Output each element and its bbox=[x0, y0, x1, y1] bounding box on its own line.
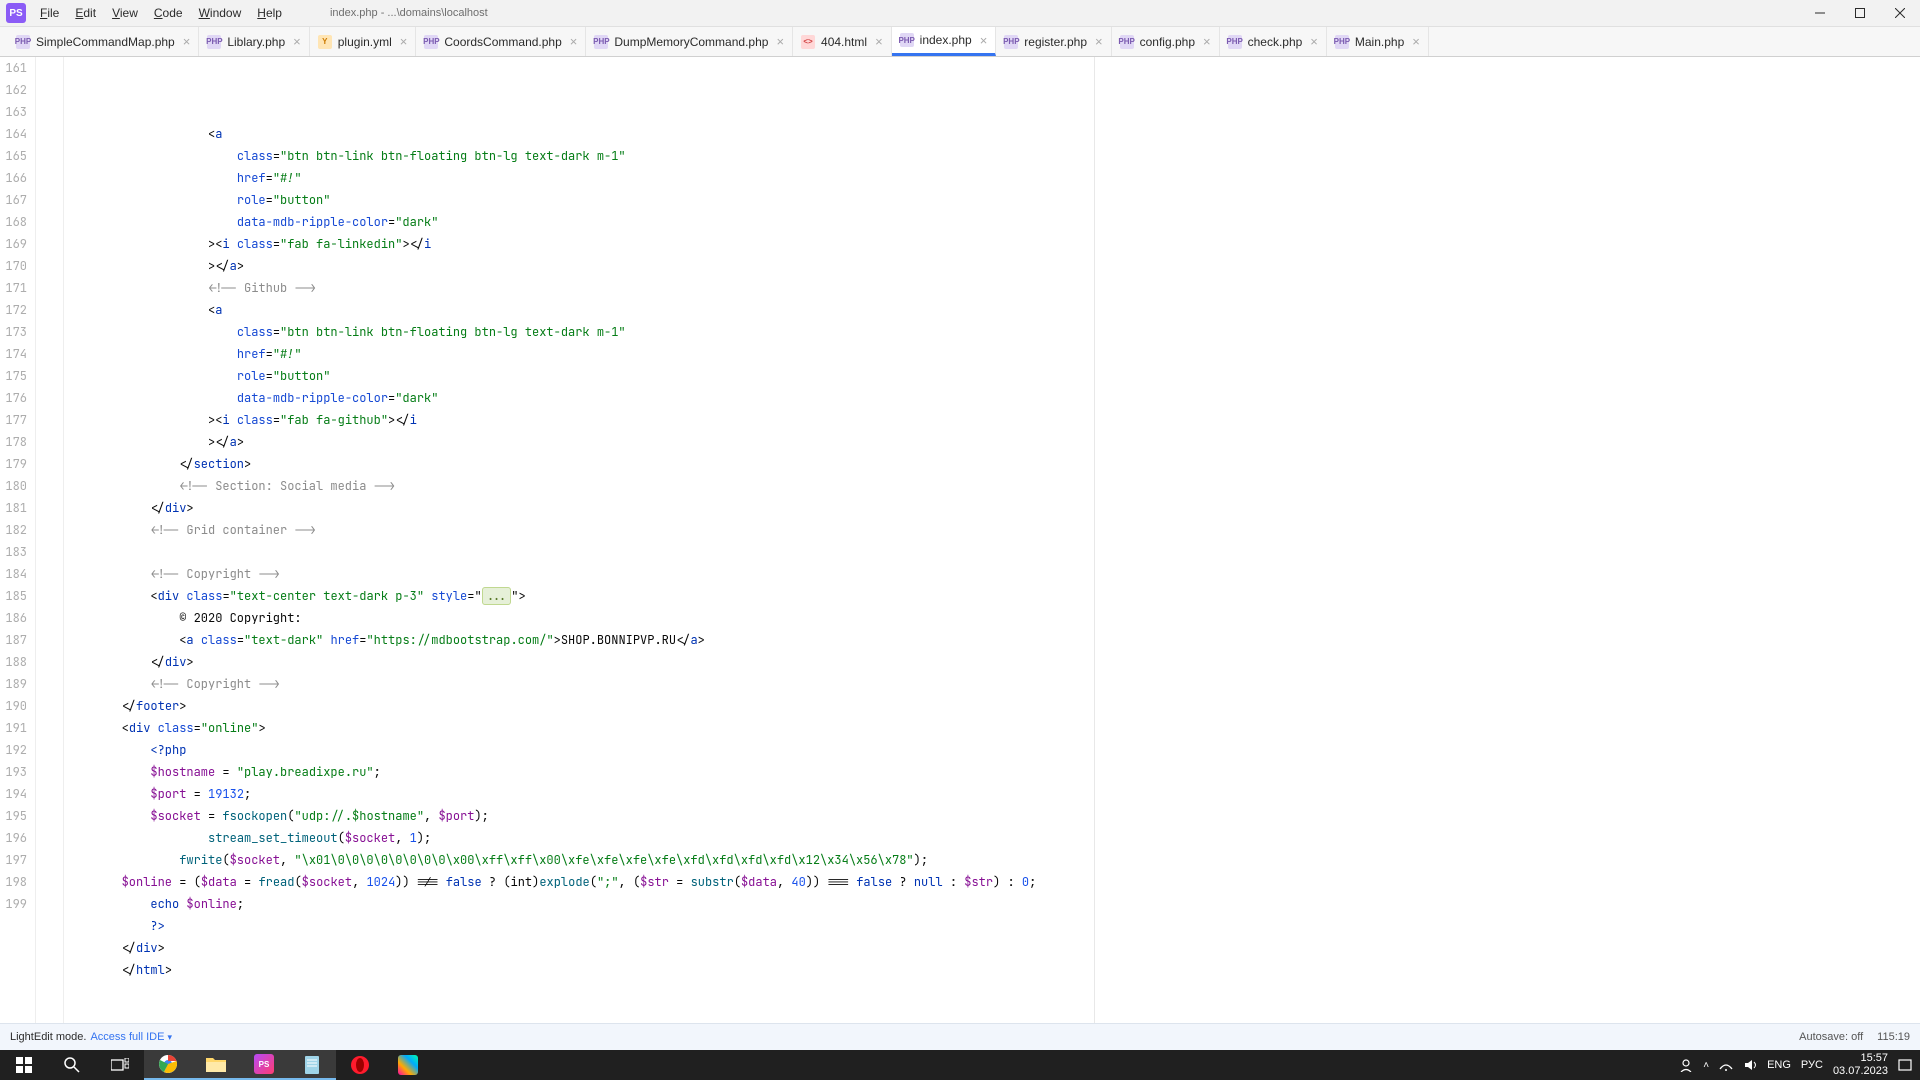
phpstorm-button[interactable]: PS bbox=[240, 1050, 288, 1080]
fold-column bbox=[36, 57, 64, 1023]
close-icon[interactable]: × bbox=[776, 34, 784, 49]
cursor-position: 115:19 bbox=[1877, 1031, 1910, 1043]
status-mode: LightEdit mode. bbox=[10, 1031, 86, 1043]
menu-bar: File Edit View Code Window Help bbox=[32, 2, 290, 24]
window-title: index.php - ...\domains\localhost bbox=[330, 7, 488, 19]
tab-label: 404.html bbox=[821, 35, 867, 49]
minimize-button[interactable] bbox=[1800, 0, 1840, 27]
maximize-button[interactable] bbox=[1840, 0, 1880, 27]
tab-label: config.php bbox=[1140, 35, 1195, 49]
search-button[interactable] bbox=[48, 1050, 96, 1080]
app-button[interactable] bbox=[384, 1050, 432, 1080]
tab-plugin-yml[interactable]: Yplugin.yml × bbox=[310, 27, 417, 56]
php-file-icon: PHP bbox=[1004, 35, 1018, 49]
gutter: 161 162 163 164 165 166 167 168 169 170 … bbox=[0, 57, 36, 1023]
taskbar: PS ˄ ENG РУС 15:57 03.07.2023 bbox=[0, 1050, 1920, 1080]
close-icon[interactable]: × bbox=[1310, 34, 1318, 49]
app-icon: PS bbox=[6, 3, 26, 23]
tab-label: CoordsCommand.php bbox=[444, 35, 561, 49]
tab-label: index.php bbox=[920, 33, 972, 47]
tab-label: DumpMemoryCommand.php bbox=[614, 35, 768, 49]
tray-chevron-icon[interactable]: ˄ bbox=[1703, 1060, 1709, 1071]
tab-register-php[interactable]: PHP register.php × bbox=[996, 27, 1111, 56]
tab-label: register.php bbox=[1024, 35, 1087, 49]
tab-label: Liblary.php bbox=[227, 35, 285, 49]
tab-index-php[interactable]: PHP index.php × bbox=[892, 27, 997, 56]
php-file-icon: PHP bbox=[1335, 35, 1349, 49]
opera-button[interactable] bbox=[336, 1050, 384, 1080]
tab-404-html[interactable]: <> 404.html × bbox=[793, 27, 892, 56]
access-full-ide-link[interactable]: Access full IDE ▾ bbox=[90, 1031, 172, 1043]
tab-coordscommand-php[interactable]: PHP CoordsCommand.php × bbox=[416, 27, 586, 56]
window-controls bbox=[1800, 0, 1920, 27]
menu-file[interactable]: File bbox=[32, 2, 67, 24]
lang-rus[interactable]: РУС bbox=[1801, 1059, 1823, 1071]
folder-icon bbox=[206, 1056, 226, 1072]
opera-icon bbox=[350, 1055, 370, 1075]
close-icon[interactable]: × bbox=[400, 34, 408, 49]
network-icon[interactable] bbox=[1719, 1058, 1733, 1072]
right-margin bbox=[1094, 57, 1095, 1023]
status-bar: LightEdit mode. Access full IDE ▾ Autosa… bbox=[0, 1023, 1920, 1050]
system-tray: ˄ ENG РУС 15:57 03.07.2023 bbox=[1679, 1052, 1920, 1078]
taskview-button[interactable] bbox=[96, 1050, 144, 1080]
chrome-icon bbox=[158, 1054, 178, 1074]
lang-eng[interactable]: ENG bbox=[1767, 1059, 1791, 1071]
close-icon[interactable]: × bbox=[570, 34, 578, 49]
php-file-icon: PHP bbox=[207, 35, 221, 49]
search-icon bbox=[64, 1057, 80, 1073]
php-file-icon: PHP bbox=[16, 35, 30, 49]
notepad-icon bbox=[303, 1054, 321, 1074]
tab-dumpmemorycommand-php[interactable]: PHP DumpMemoryCommand.php × bbox=[586, 27, 793, 56]
volume-icon[interactable] bbox=[1743, 1058, 1757, 1072]
app-icon-colorful bbox=[398, 1055, 418, 1075]
menu-window[interactable]: Window bbox=[191, 2, 250, 24]
autosave-status: Autosave: off bbox=[1799, 1031, 1863, 1043]
close-icon[interactable]: × bbox=[1412, 34, 1420, 49]
tab-bar: PHPSimpleCommandMap.php×PHPLiblary.php×Y… bbox=[0, 27, 1920, 57]
title-bar: PS File Edit View Code Window Help index… bbox=[0, 0, 1920, 27]
php-file-icon: PHP bbox=[1120, 35, 1134, 49]
tab-label: SimpleCommandMap.php bbox=[36, 35, 175, 49]
php-file-icon: PHP bbox=[594, 35, 608, 49]
close-icon[interactable]: × bbox=[293, 34, 301, 49]
yml-file-icon: Y bbox=[318, 35, 332, 49]
close-icon[interactable]: × bbox=[1203, 34, 1211, 49]
tab-check-php[interactable]: PHP check.php × bbox=[1220, 27, 1327, 56]
close-button[interactable] bbox=[1880, 0, 1920, 27]
php-file-icon: PHP bbox=[1228, 35, 1242, 49]
tab-label: Main.php bbox=[1355, 35, 1404, 49]
php-file-icon: PHP bbox=[900, 33, 914, 47]
clock[interactable]: 15:57 03.07.2023 bbox=[1833, 1052, 1888, 1078]
html-file-icon: <> bbox=[801, 35, 815, 49]
tab-label: plugin.yml bbox=[338, 35, 392, 49]
windows-icon bbox=[16, 1057, 32, 1073]
explorer-button[interactable] bbox=[192, 1050, 240, 1080]
menu-code[interactable]: Code bbox=[146, 2, 191, 24]
notepad-button[interactable] bbox=[288, 1050, 336, 1080]
close-icon[interactable]: × bbox=[1095, 34, 1103, 49]
start-button[interactable] bbox=[0, 1050, 48, 1080]
tab-label: check.php bbox=[1248, 35, 1303, 49]
code-content[interactable]: <a class="btn btn-link btn-floating btn-… bbox=[64, 57, 1920, 1023]
taskview-icon bbox=[111, 1058, 129, 1072]
people-icon[interactable] bbox=[1679, 1058, 1693, 1072]
menu-edit[interactable]: Edit bbox=[67, 2, 104, 24]
phpstorm-icon: PS bbox=[254, 1054, 274, 1074]
close-icon[interactable]: × bbox=[980, 33, 988, 48]
notifications-icon[interactable] bbox=[1898, 1058, 1912, 1072]
tab-liblary-php[interactable]: PHP Liblary.php × bbox=[199, 27, 309, 56]
close-icon[interactable]: × bbox=[183, 34, 191, 49]
editor-area: 161 162 163 164 165 166 167 168 169 170 … bbox=[0, 57, 1920, 1023]
menu-view[interactable]: View bbox=[104, 2, 146, 24]
tab-config-php[interactable]: PHP config.php × bbox=[1112, 27, 1220, 56]
chrome-button[interactable] bbox=[144, 1050, 192, 1080]
tab-main-php[interactable]: PHP Main.php × bbox=[1327, 27, 1429, 56]
close-icon[interactable]: × bbox=[875, 34, 883, 49]
menu-help[interactable]: Help bbox=[249, 2, 290, 24]
php-file-icon: PHP bbox=[424, 35, 438, 49]
tab-simplecommandmap-php[interactable]: PHP SimpleCommandMap.php × bbox=[8, 27, 199, 56]
